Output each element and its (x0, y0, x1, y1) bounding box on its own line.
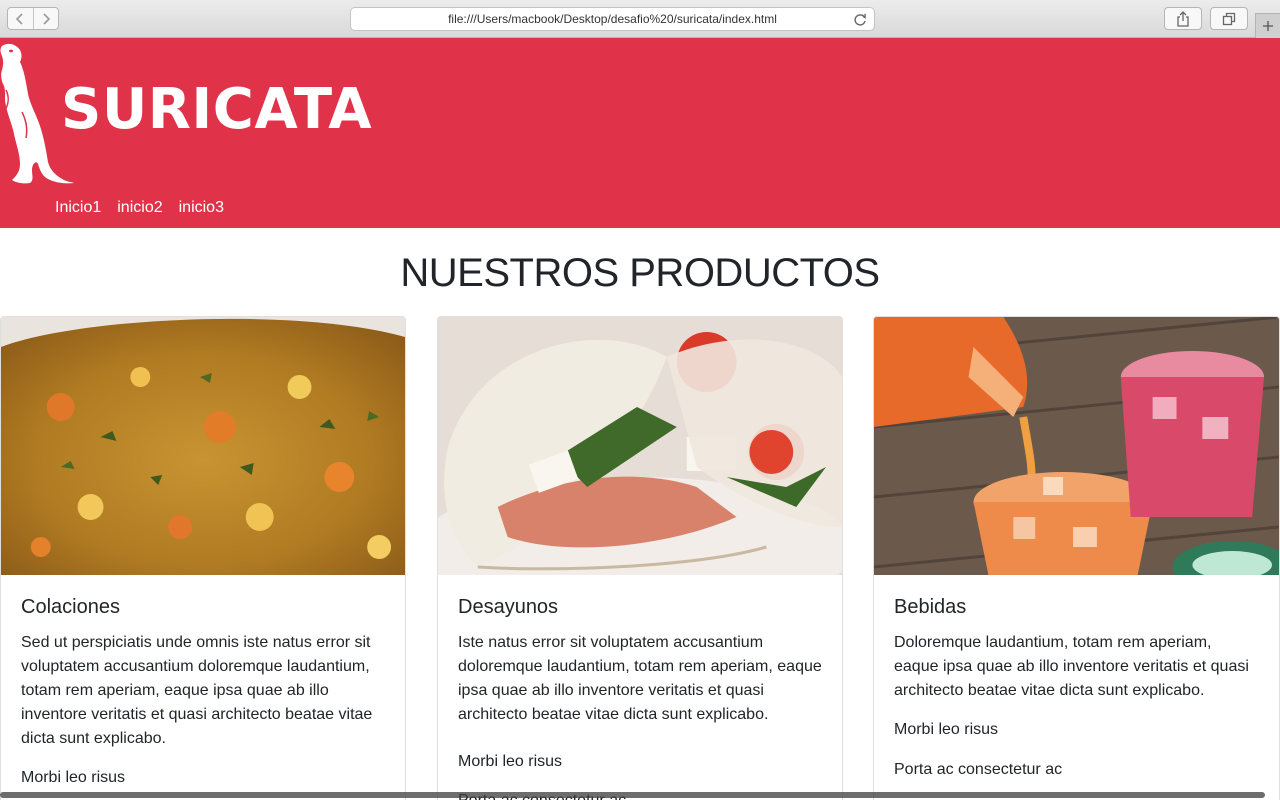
chevron-right-icon (43, 12, 50, 25)
card-body: Colaciones Sed ut perspiciatis unde omni… (1, 575, 405, 790)
card-list-item: Morbi leo risus (21, 769, 126, 786)
plus-icon (1263, 21, 1273, 31)
card-description: Doloremque laudantium, totam rem aperiam… (894, 634, 1249, 699)
share-button[interactable] (1164, 7, 1202, 30)
address-bar[interactable]: file:///Users/macbook/Desktop/desafio%20… (350, 7, 875, 31)
horizontal-scrollbar[interactable] (0, 792, 1265, 798)
card-body: Bebidas Doloremque laudantium, totam rem… (874, 575, 1279, 800)
nav-link-inicio2[interactable]: inicio2 (117, 198, 162, 218)
card-list-item: Porta ac consectetur ac (894, 761, 1063, 778)
tabs-button[interactable] (1210, 7, 1248, 30)
drinks-photo (874, 317, 1279, 575)
card-title: Bebidas (894, 596, 967, 618)
sandwich-photo (438, 317, 842, 575)
history-buttons (7, 7, 59, 30)
site-header: SURICATA Inicio1 inicio2 inicio3 (0, 38, 1280, 228)
card-title: Colaciones (21, 596, 120, 618)
nav-link-inicio3[interactable]: inicio3 (179, 198, 224, 218)
chevron-left-icon (16, 12, 23, 25)
food-photo (1, 317, 405, 575)
product-card-bebidas: Bebidas Doloremque laudantium, totam rem… (873, 316, 1280, 800)
card-list-item: Morbi leo risus (458, 753, 563, 770)
card-list-item: Morbi leo risus (894, 721, 999, 738)
forward-button[interactable] (32, 8, 59, 29)
card-body: Desayunos Iste natus error sit voluptate… (438, 575, 842, 800)
card-title: Desayunos (458, 596, 559, 618)
reload-icon[interactable] (852, 12, 868, 28)
brand-name[interactable]: SURICATA (61, 78, 372, 142)
product-card-desayunos: Desayunos Iste natus error sit voluptate… (437, 316, 843, 800)
address-url: file:///Users/macbook/Desktop/desafio%20… (448, 12, 777, 26)
tabs-icon (1222, 12, 1236, 25)
product-card-colaciones: Colaciones Sed ut perspiciatis unde omni… (0, 316, 406, 800)
share-icon (1177, 10, 1189, 27)
new-tab-button[interactable] (1255, 13, 1280, 38)
main-nav: Inicio1 inicio2 inicio3 (55, 198, 224, 218)
back-button[interactable] (8, 8, 33, 29)
card-description: Iste natus error sit voluptatem accusant… (458, 634, 822, 723)
nav-link-inicio1[interactable]: Inicio1 (55, 198, 101, 218)
page-title: NUESTROS PRODUCTOS (400, 251, 880, 295)
browser-toolbar: file:///Users/macbook/Desktop/desafio%20… (0, 0, 1280, 38)
card-description: Sed ut perspiciatis unde omnis iste natu… (21, 634, 373, 747)
